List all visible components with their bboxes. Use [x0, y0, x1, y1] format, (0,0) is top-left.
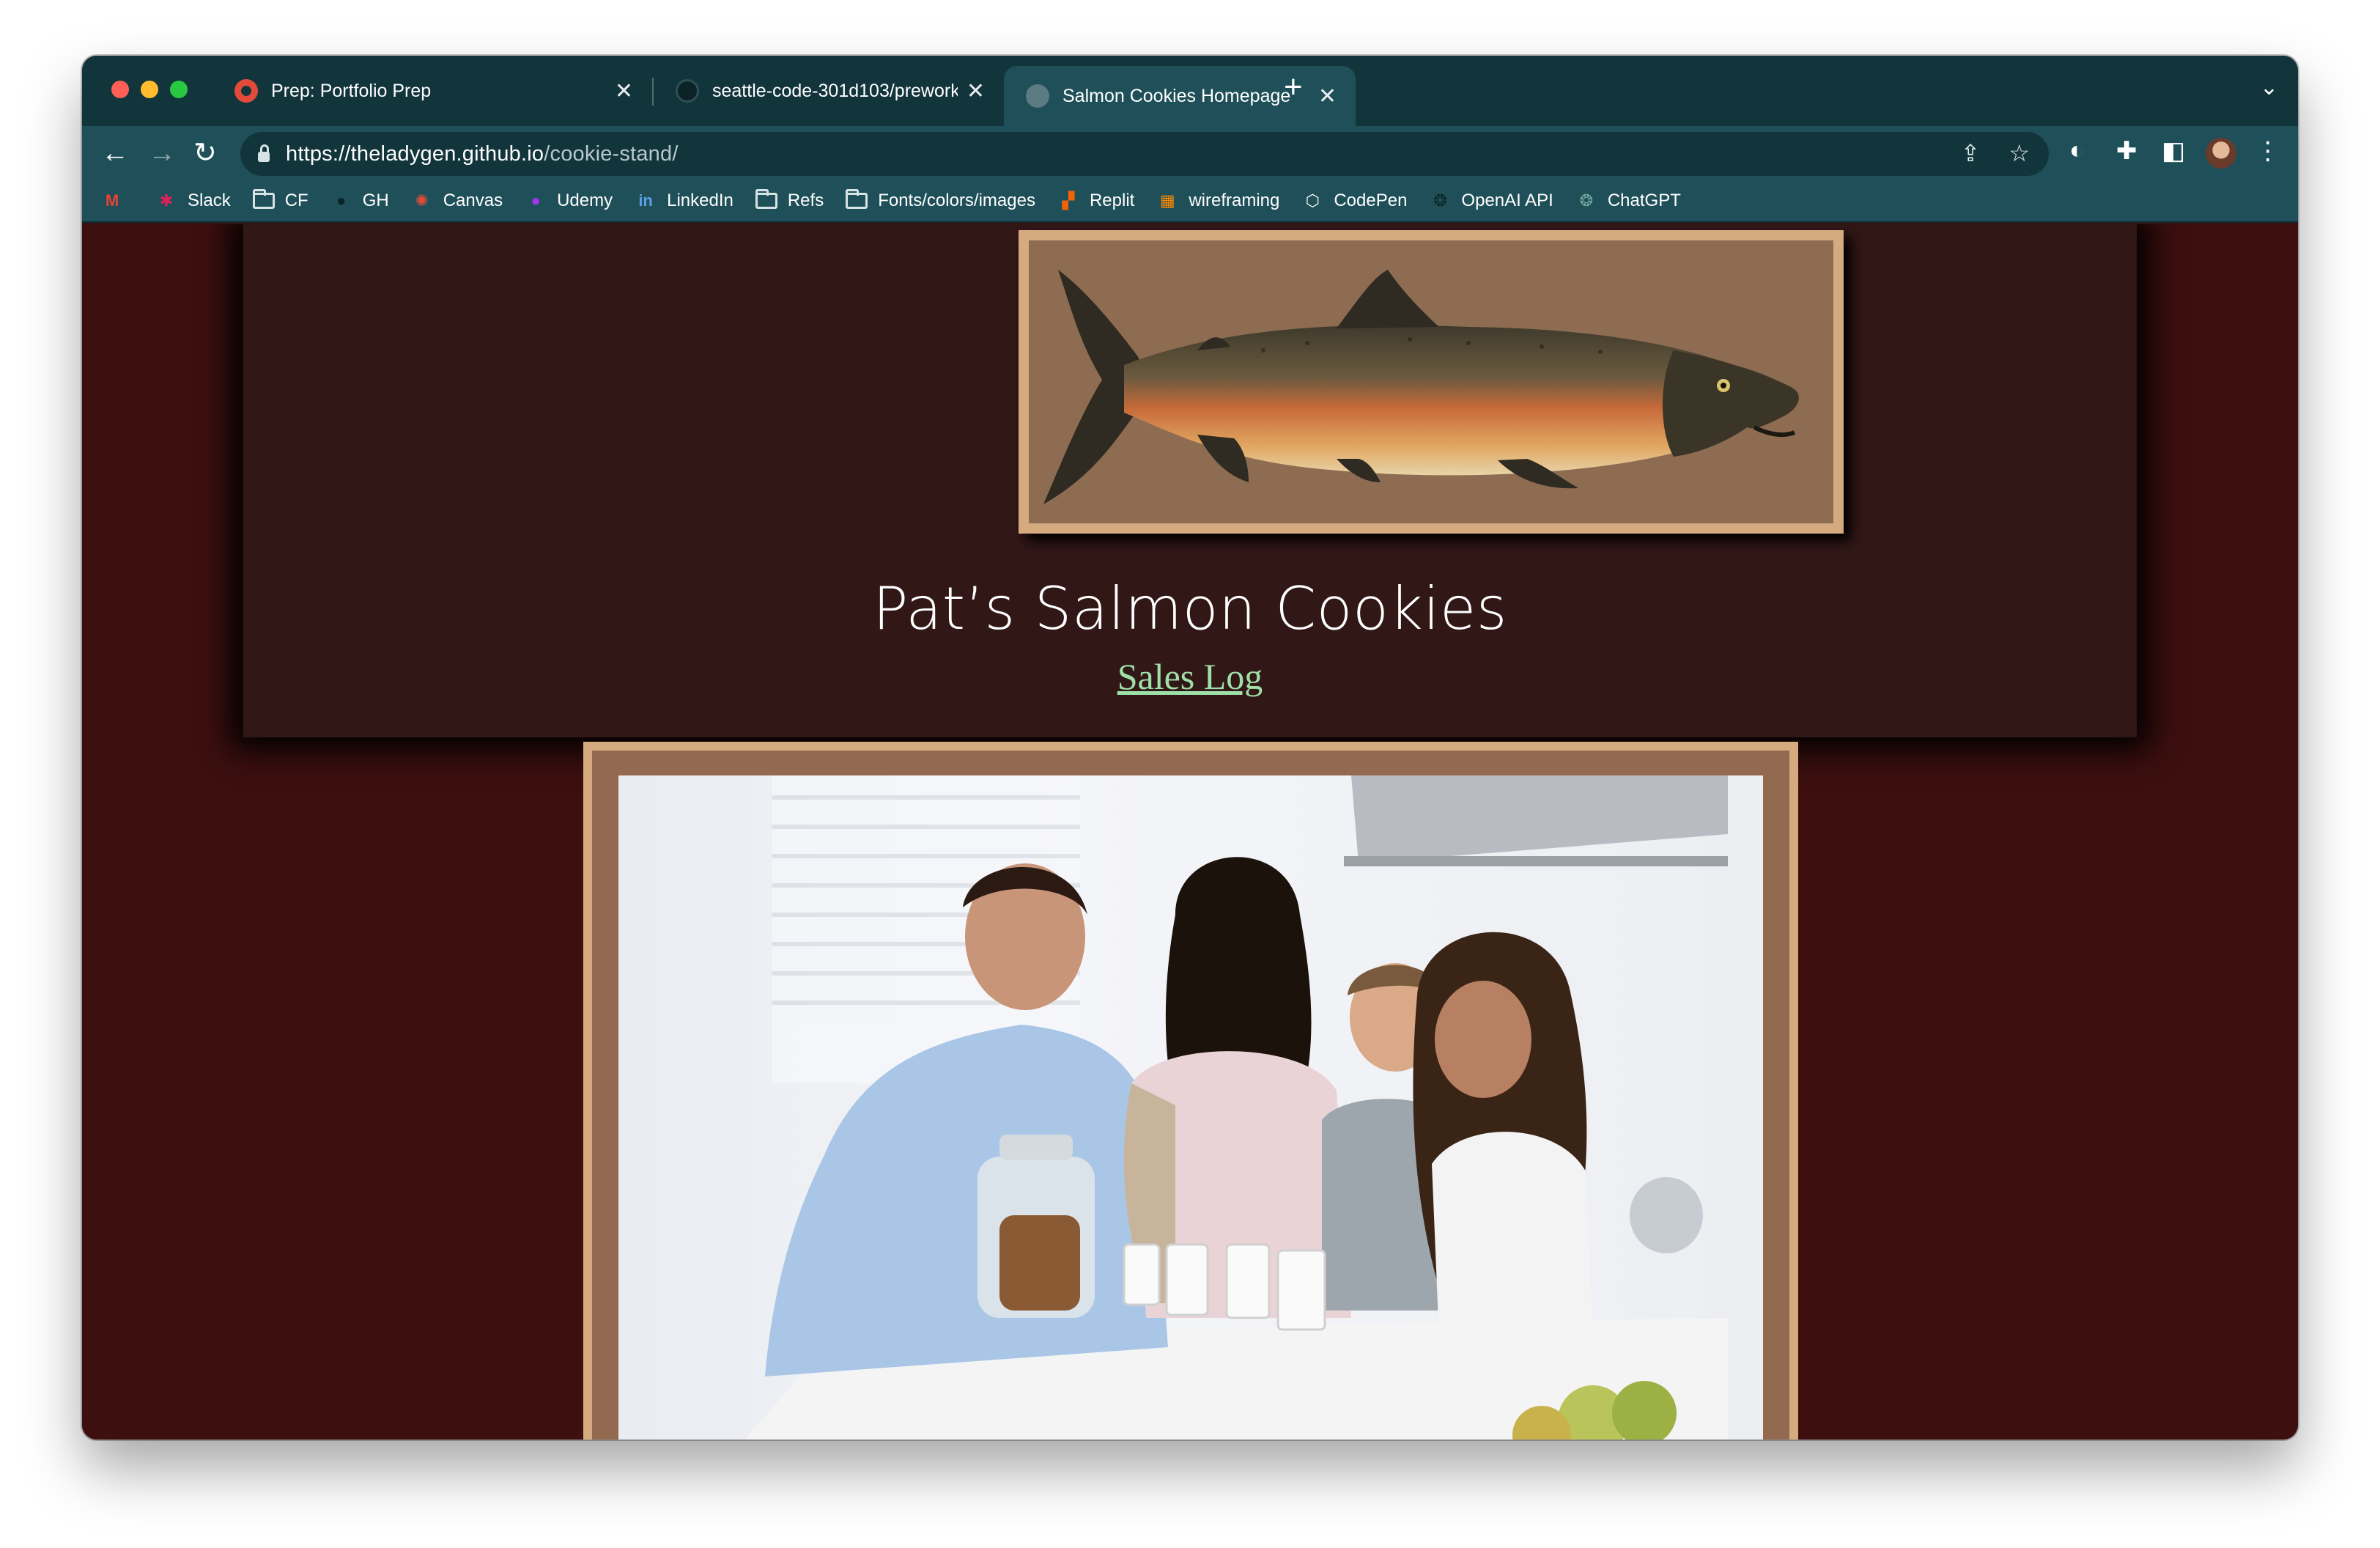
linkedin-icon: in	[638, 191, 653, 210]
page-title: Pat’s Salmon Cookies	[873, 575, 1507, 643]
tab-search-button[interactable]: ⌄	[2260, 75, 2278, 100]
tab-portfolio-prep[interactable]: Prep: Portfolio Prep ✕	[212, 66, 652, 116]
bookmark-label: Udemy	[557, 191, 613, 210]
codepen-icon: ⬡	[1305, 191, 1320, 210]
udemy-icon: ●	[531, 191, 541, 210]
bookmark-label: OpenAI API	[1461, 191, 1553, 210]
folder-icon	[755, 189, 777, 212]
forward-button[interactable]: →	[148, 136, 176, 170]
bookmark-label: Canvas	[443, 191, 503, 210]
wireframing-icon: ▦	[1159, 191, 1175, 210]
lock-icon[interactable]	[258, 144, 270, 162]
family-photo-illustration	[744, 775, 1728, 1440]
maximize-window-button[interactable]	[170, 81, 188, 98]
address-bar[interactable]: https://theladygen.github.io/cookie-stan…	[240, 132, 2049, 176]
gmail-icon: M	[105, 191, 119, 210]
url-path: /cookie-stand/	[544, 141, 679, 166]
bookmark-cf[interactable]: CF	[252, 189, 308, 212]
bookmark-openai-api[interactable]: ❂ OpenAI API	[1429, 190, 1553, 212]
extension-icon[interactable]: ◐	[2069, 136, 2085, 165]
sidepanel-icon[interactable]: ◧	[2162, 136, 2185, 166]
toolbar: ← → ↻ https://theladygen.github.io/cooki…	[82, 126, 2298, 180]
family-photo	[618, 775, 1763, 1440]
close-window-button[interactable]	[111, 81, 129, 98]
bookmark-linkedin[interactable]: in LinkedIn	[635, 190, 733, 212]
back-button[interactable]: ←	[101, 136, 129, 170]
bookmark-gmail[interactable]: M	[101, 190, 133, 212]
canvas-icon: ✺	[415, 191, 429, 210]
family-photo-frame	[583, 742, 1798, 1440]
tab-title: seattle-code-301d103/prework	[712, 80, 958, 101]
browser-window: Prep: Portfolio Prep ✕ seattle-code-301d…	[82, 56, 2298, 1440]
sales-log-link[interactable]: Sales Log	[243, 655, 2137, 698]
bookmark-gh[interactable]: ● GH	[330, 190, 389, 212]
chatgpt-icon: ❂	[1579, 191, 1594, 210]
close-tab-icon[interactable]: ✕	[615, 78, 633, 104]
bookmark-label: Replit	[1089, 191, 1135, 210]
salmon-image-frame	[1019, 230, 1844, 534]
bookmark-wireframing[interactable]: ▦ wireframing	[1156, 190, 1279, 212]
replit-icon: ▞	[1062, 191, 1075, 210]
url-text: https://theladygen.github.io/cookie-stan…	[286, 142, 679, 166]
share-icon[interactable]: ⇪	[1961, 140, 1981, 166]
bookmark-replit[interactable]: ▞ Replit	[1057, 190, 1134, 212]
bookmarks-bar: M ✱ Slack CF ● GH ✺ Canvas ● Udemy in Li…	[82, 180, 2298, 223]
github-icon: ●	[336, 191, 347, 210]
url-host: https://theladygen.github.io	[286, 141, 544, 166]
bookmark-canvas[interactable]: ✺ Canvas	[411, 190, 503, 212]
bookmark-udemy[interactable]: ● Udemy	[525, 190, 613, 212]
menu-icon[interactable]: ⋮	[2255, 136, 2280, 166]
minimize-window-button[interactable]	[141, 81, 158, 98]
new-tab-button[interactable]: +	[1284, 69, 1303, 106]
bookmark-label: Refs	[787, 191, 824, 210]
globe-icon	[1026, 84, 1049, 108]
bookmark-label: LinkedIn	[667, 191, 733, 210]
avatar[interactable]	[2206, 138, 2236, 169]
salmon-illustration	[1043, 270, 1799, 504]
reload-button[interactable]: ↻	[193, 136, 217, 170]
tab-salmon-cookies[interactable]: Salmon Cookies Homepage ✕	[1004, 66, 1356, 126]
bookmark-label: Slack	[188, 191, 231, 210]
tab-title: Prep: Portfolio Prep	[271, 80, 432, 101]
canvas-icon	[234, 79, 258, 103]
slack-icon: ✱	[159, 191, 174, 210]
tab-prework[interactable]: seattle-code-301d103/prework ✕	[654, 66, 1004, 116]
github-icon	[676, 79, 699, 103]
folder-icon	[846, 189, 868, 212]
family-photo-mat	[592, 751, 1789, 1440]
tab-strip: Prep: Portfolio Prep ✕ seattle-code-301d…	[82, 56, 2298, 126]
bookmark-refs[interactable]: Refs	[755, 189, 824, 212]
bookmark-label: ChatGPT	[1607, 191, 1681, 210]
omnibox-actions: ⇪ ☆	[1961, 139, 2030, 167]
close-tab-icon[interactable]: ✕	[1318, 84, 1337, 109]
bookmark-label: Fonts/colors/images	[878, 191, 1035, 210]
bookmark-chatgpt[interactable]: ❂ ChatGPT	[1575, 190, 1681, 212]
puzzle-icon[interactable]: ✚	[2116, 136, 2137, 166]
bookmark-codepen[interactable]: ⬡ CodePen	[1301, 190, 1408, 212]
tab-title: Salmon Cookies Homepage	[1062, 85, 1291, 106]
bookmark-label: GH	[362, 191, 389, 210]
page-content: Pat’s Salmon Cookies Sales Log	[82, 224, 2298, 1440]
star-icon[interactable]: ☆	[2008, 140, 2030, 166]
site-header: Pat’s Salmon Cookies Sales Log	[243, 224, 2137, 737]
bookmark-label: CodePen	[1334, 191, 1408, 210]
bookmark-slack[interactable]: ✱ Slack	[155, 190, 231, 212]
close-tab-icon[interactable]: ✕	[967, 78, 985, 104]
bookmark-label: wireframing	[1189, 191, 1280, 210]
bookmark-label: CF	[284, 191, 308, 210]
folder-icon	[252, 189, 275, 212]
bookmark-fonts-colors-images[interactable]: Fonts/colors/images	[846, 189, 1035, 212]
salmon-image	[1029, 240, 1833, 523]
openai-icon: ❂	[1433, 191, 1447, 210]
